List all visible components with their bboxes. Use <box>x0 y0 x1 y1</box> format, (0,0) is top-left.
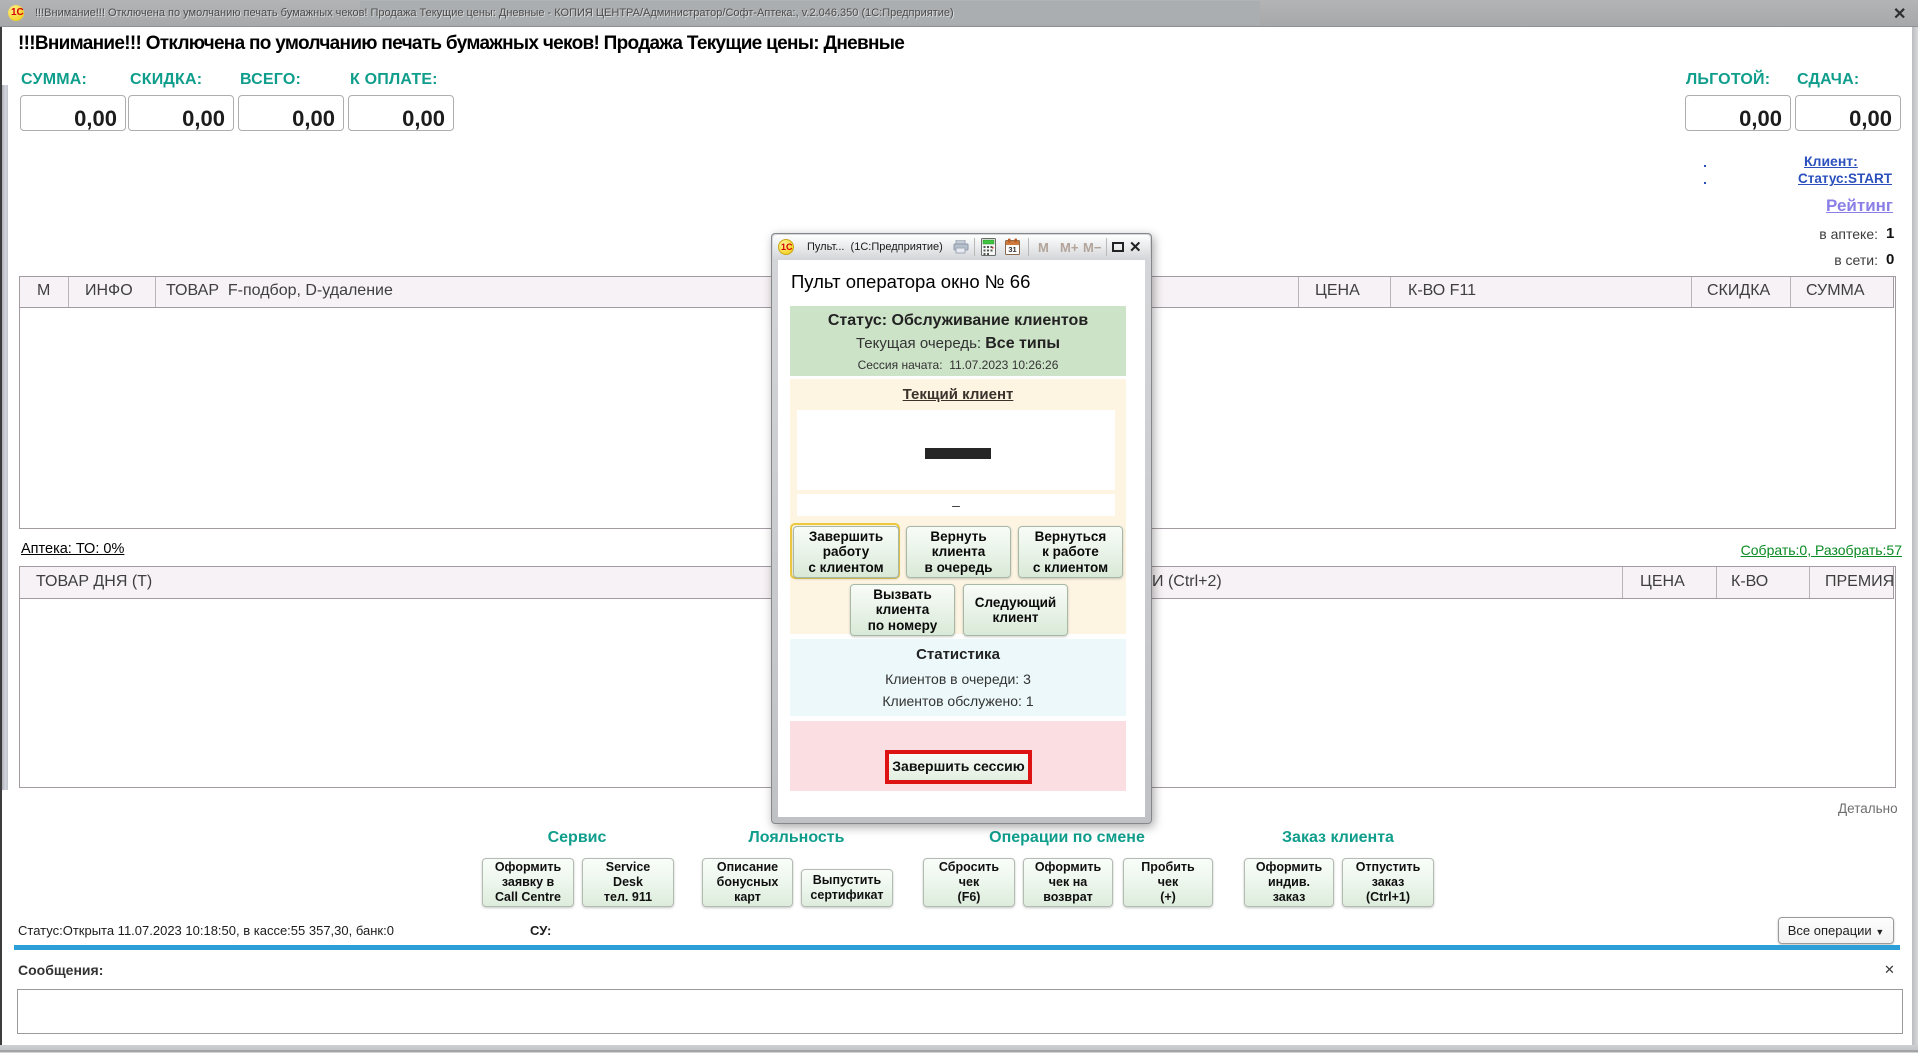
svg-text:31: 31 <box>1008 245 1016 254</box>
